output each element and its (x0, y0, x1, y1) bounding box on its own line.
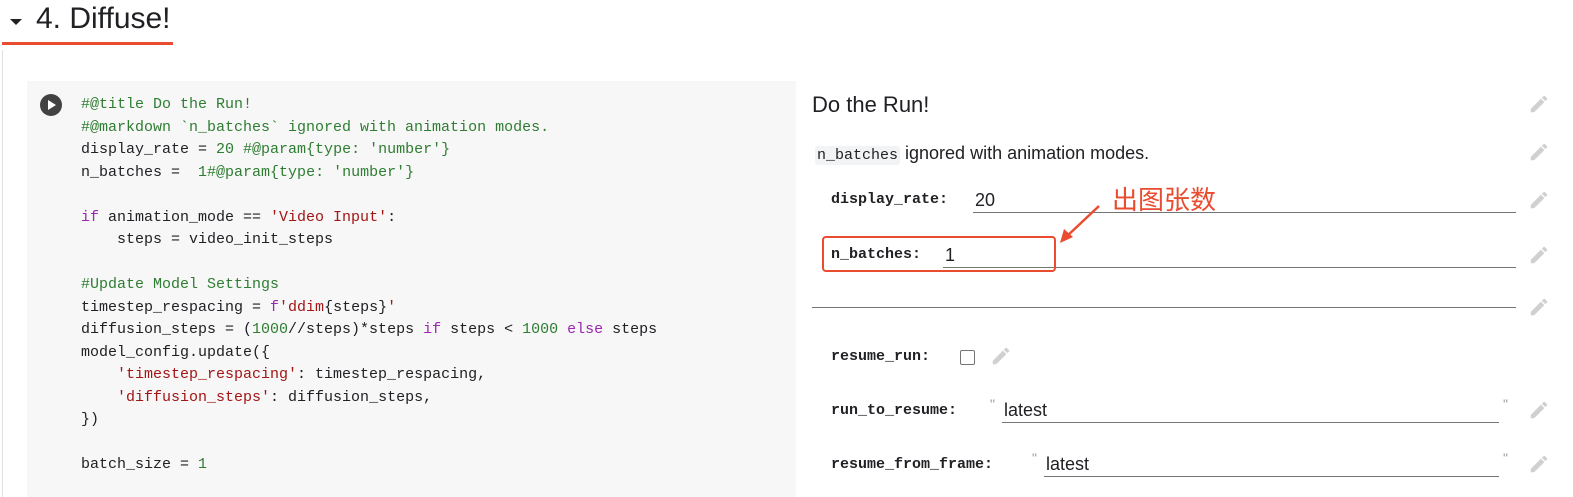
code-line: if animation_mode == 'Video Input': (81, 208, 397, 226)
code-line: diffusion_steps = (1000//steps)*steps if… (81, 321, 658, 338)
annotation-highlight-box (822, 236, 1056, 272)
caret-down-icon[interactable] (10, 19, 22, 25)
code-line: }) (81, 411, 100, 428)
code-text[interactable]: #@title Do the Run! #@markdown `n_batche… (81, 94, 657, 477)
code-line: #@markdown `n_batches` ignored with anim… (81, 118, 550, 136)
pencil-icon[interactable] (990, 345, 1012, 367)
display-rate-label: display_rate: (831, 191, 949, 208)
resume-from-frame-field[interactable]: latest (1044, 451, 1499, 477)
form-divider (812, 307, 1516, 308)
run-cell-button[interactable] (40, 94, 62, 116)
code-line: timestep_respacing = f'ddim{steps}' (81, 298, 397, 316)
run-to-resume-label: run_to_resume: (831, 402, 958, 419)
code-line: display_rate = 20 #@param{type: 'number'… (81, 141, 451, 158)
pencil-icon[interactable] (1528, 244, 1550, 266)
desc-code: n_batches (815, 146, 901, 165)
code-line: n_batches = 1#@param{type: 'number'} (81, 163, 415, 181)
pencil-icon[interactable] (1528, 399, 1550, 421)
desc-text: ignored with animation modes. (900, 143, 1150, 163)
code-line: #Update Model Settings (81, 276, 280, 293)
resume-from-frame-label: resume_from_frame: (831, 456, 994, 473)
pencil-icon[interactable] (1528, 141, 1550, 163)
resume-run-label: resume_run: (831, 348, 931, 365)
section-title: 4. Diffuse! (36, 2, 171, 35)
open-quote: " (990, 396, 995, 412)
close-quote: " (1503, 450, 1508, 466)
code-line: 'diffusion_steps': diffusion_steps, (117, 388, 433, 406)
form-title: Do the Run! (812, 92, 930, 117)
code-line: #@title Do the Run! (81, 96, 253, 113)
cell-border (2, 50, 3, 497)
pencil-icon[interactable] (1528, 296, 1550, 318)
resume-run-checkbox[interactable] (960, 350, 975, 365)
code-line: steps = video_init_steps (81, 231, 334, 248)
code-line: batch_size = 1 (81, 456, 208, 473)
code-line: model_config.update({ (81, 343, 271, 361)
pencil-icon[interactable] (1528, 189, 1550, 211)
form-description: n_batches ignored with animation modes. (815, 143, 1150, 165)
annotation-arrow-icon (1060, 205, 1100, 243)
open-quote: " (1032, 450, 1037, 466)
run-to-resume-field[interactable]: latest (1002, 397, 1499, 423)
annotation-label: 出图张数 (1112, 185, 1217, 215)
annotation-underline (2, 42, 173, 45)
section-header: 4. Diffuse! (0, 0, 400, 50)
pencil-icon[interactable] (1528, 93, 1550, 115)
pencil-icon[interactable] (1528, 453, 1550, 475)
code-line: 'timestep_respacing': timestep_respacing… (117, 366, 487, 383)
close-quote: " (1503, 396, 1508, 412)
